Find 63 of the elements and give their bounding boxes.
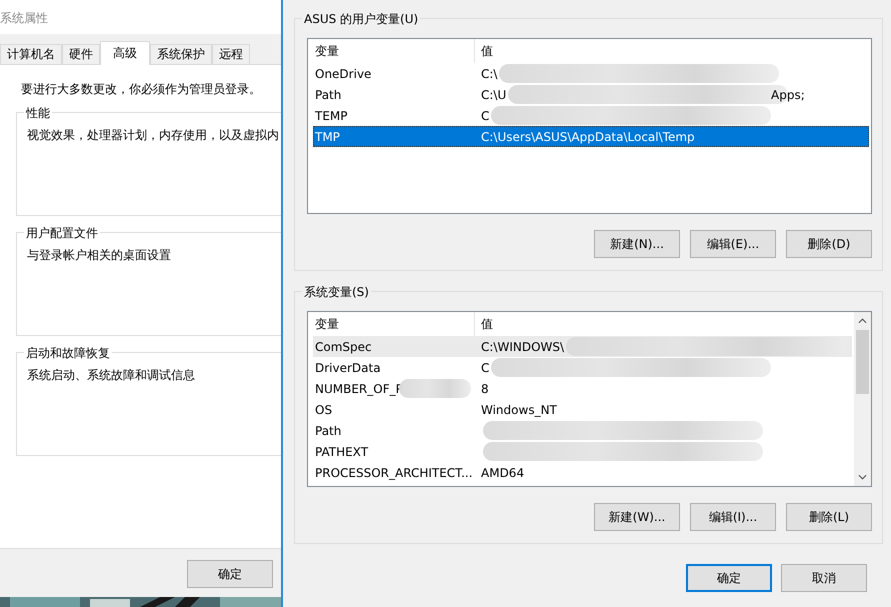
table-cell: PATHEXT xyxy=(315,444,368,458)
table-cell: C:\ xyxy=(481,66,498,80)
table-cell: ComSpec xyxy=(315,340,372,354)
table-cell: C:\Users\ASUS\AppData\Local\Temp xyxy=(481,130,695,144)
list-row[interactable]: OS Windows_NT xyxy=(313,399,852,420)
dialog-button[interactable]: 删除(L) xyxy=(786,503,872,531)
table-cell: TEMP xyxy=(315,108,348,122)
list-row[interactable]: DriverData C xyxy=(313,357,852,378)
ok-button[interactable]: 确定 xyxy=(686,564,772,592)
list-row[interactable]: OneDrive C:\ xyxy=(313,63,869,84)
group-description: 与登录帐户相关的桌面设置 xyxy=(27,248,171,262)
table-cell: 8 xyxy=(481,382,489,396)
table-cell: Path xyxy=(315,424,342,438)
table-cell: DriverData xyxy=(315,360,381,374)
group-title: 性能 xyxy=(24,105,52,122)
table-cell: C xyxy=(481,360,490,374)
dialog-button[interactable]: 编辑(I)... xyxy=(690,503,776,531)
table-cell: NUMBER_OF_P xyxy=(315,382,403,396)
table-cell: Windows_NT xyxy=(481,402,557,416)
dialog-button[interactable]: 新建(W)... xyxy=(594,503,680,531)
list-row[interactable]: NUMBER_OF_P 8 xyxy=(313,378,852,399)
scroll-up-icon[interactable] xyxy=(858,318,867,324)
column-header[interactable]: 值 xyxy=(475,314,852,334)
table-cell: OS xyxy=(315,402,332,416)
table-cell: TMP xyxy=(315,130,340,144)
column-header[interactable]: 值 xyxy=(475,40,869,62)
list-row[interactable]: Path C:\U Apps; xyxy=(313,84,869,105)
window-title: 系统属性 xyxy=(0,10,49,27)
table-cell: C xyxy=(481,108,490,122)
list-row[interactable]: PROCESSOR_ARCHITECT... AMD64 xyxy=(313,462,852,483)
cancel-button[interactable]: 取消 xyxy=(781,564,867,592)
tab[interactable]: 计算机名 xyxy=(0,44,62,64)
list-row[interactable]: PATHEXT xyxy=(313,441,852,462)
scroll-thumb[interactable] xyxy=(856,330,869,394)
tab[interactable]: 高级 xyxy=(100,41,150,65)
group-title: 系统变量(S) xyxy=(302,284,371,301)
table-cell: AMD64 xyxy=(481,466,524,480)
list-row[interactable]: TMP C:\Users\ASUS\AppData\Local\Temp xyxy=(313,126,869,147)
tab[interactable]: 系统保护 xyxy=(150,44,212,64)
table-cell: Path xyxy=(315,88,342,102)
group-title: 用户配置文件 xyxy=(24,225,100,242)
list-row[interactable]: ComSpec C:\WINDOWS\ xyxy=(313,336,852,357)
table-cell: Apps; xyxy=(771,88,805,102)
table-cell: PROCESSOR_ARCHITECT... xyxy=(315,466,473,480)
group-description: 系统启动、系统故障和调试信息 xyxy=(27,368,195,382)
column-header[interactable]: 变量 xyxy=(313,39,475,63)
table-cell: C:\WINDOWS\ xyxy=(481,340,564,354)
list-row[interactable]: Path xyxy=(313,420,852,441)
scrollbar[interactable] xyxy=(854,312,871,486)
table-cell: C:\U xyxy=(481,88,506,102)
dialog-button[interactable]: 新建(N)... xyxy=(594,230,680,258)
dialog-button[interactable]: 编辑(E)... xyxy=(690,230,776,258)
group-title: ASUS 的用户变量(U) xyxy=(302,11,420,28)
list-row[interactable]: TEMP C xyxy=(313,105,869,126)
group-title: 启动和故障恢复 xyxy=(24,345,112,362)
tab[interactable]: 远程 xyxy=(212,44,250,64)
tab[interactable]: 硬件 xyxy=(62,44,100,64)
ok-button[interactable]: 确定 xyxy=(187,560,273,588)
group-description: 视觉效果，处理器计划，内存使用，以及虚拟内 xyxy=(27,128,279,142)
table-cell: OneDrive xyxy=(315,66,372,80)
dialog-button[interactable]: 删除(D) xyxy=(786,230,872,258)
scroll-down-icon[interactable] xyxy=(858,474,867,480)
admin-notice: 要进行大多数更改，你必须作为管理员登录。 xyxy=(21,81,262,98)
